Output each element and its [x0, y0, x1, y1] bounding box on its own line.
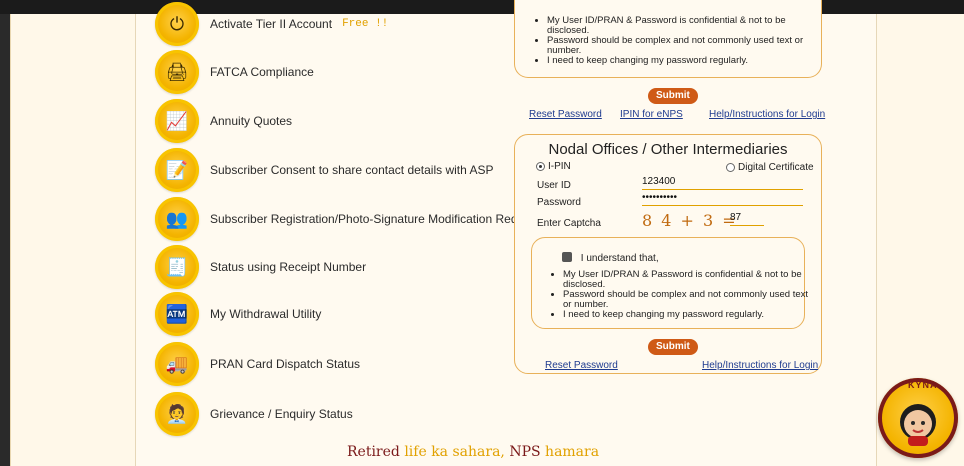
radio-label: Digital Certificate: [738, 162, 814, 173]
password-label: Password: [537, 197, 581, 208]
free-badge: Free !!: [342, 18, 389, 30]
subscriber-reset-password-link[interactable]: Reset Password: [529, 109, 602, 120]
ipin-enps-link[interactable]: IPIN for eNPS: [620, 109, 683, 120]
bullet: I need to keep changing my password regu…: [563, 310, 818, 320]
subscriber-notice-panel: My User ID/PRAN & Password is confidenti…: [514, 0, 822, 78]
tagline-part: hamara: [545, 444, 600, 460]
subscriber-submit-button[interactable]: Submit: [648, 88, 698, 104]
radio-label: I-PIN: [548, 161, 571, 172]
menu-item-registration[interactable]: 👥 Subscriber Registration/Photo-Signatur…: [155, 197, 540, 241]
radio-dot: [536, 162, 545, 171]
kyna-label: KYNA: [908, 380, 938, 390]
nodal-submit-button[interactable]: Submit: [648, 339, 698, 355]
menu-label: My Withdrawal Utility: [210, 307, 322, 321]
bullet: I need to keep changing my password regu…: [547, 56, 817, 66]
power-icon: ⏻: [155, 2, 199, 46]
tagline-part: NPS: [509, 444, 546, 460]
menu-item-consent[interactable]: 📝 Subscriber Consent to share contact de…: [155, 148, 493, 192]
captcha-input[interactable]: 87: [730, 211, 764, 226]
subscriber-help-link[interactable]: Help/Instructions for Login: [709, 109, 825, 120]
menu-item-annuity[interactable]: 📈 Annuity Quotes: [155, 99, 292, 143]
captcha-image: 8 4 + 3 =: [642, 211, 738, 230]
tagline-part: life ka sahara,: [404, 444, 510, 460]
menu-item-grievance[interactable]: 🧑‍💼 Grievance / Enquiry Status: [155, 392, 353, 436]
left-edge-bar: [0, 14, 10, 466]
tagline: Retired life ka sahara, NPS hamara: [347, 444, 599, 460]
receipt-icon: 🧾: [155, 245, 199, 289]
consent-check-row[interactable]: I understand that,: [562, 251, 659, 264]
menu-label: PRAN Card Dispatch Status: [210, 357, 361, 371]
menu-label: Subscriber Registration/Photo-Signature …: [210, 212, 541, 226]
radio-dot: [726, 163, 735, 172]
subscriber-bullets: My User ID/PRAN & Password is confidenti…: [529, 16, 817, 66]
menu-label: Activate Tier II Account: [210, 17, 333, 31]
atm-withdrawal-icon: 🏧: [155, 292, 199, 336]
password-input[interactable]: ••••••••••: [642, 191, 803, 206]
kyna-avatar-icon: [900, 404, 936, 446]
consent-text: I understand that,: [580, 253, 659, 264]
menu-label: Grievance / Enquiry Status: [210, 407, 353, 421]
menu-item-withdrawal[interactable]: 🏧 My Withdrawal Utility: [155, 292, 321, 336]
nodal-help-link[interactable]: Help/Instructions for Login: [702, 360, 818, 371]
nodal-bullets: My User ID/PRAN & Password is confidenti…: [545, 270, 818, 320]
tagline-part: Retired: [347, 444, 405, 460]
checkbox-checked[interactable]: [562, 252, 572, 262]
captcha-label: Enter Captcha: [537, 218, 601, 229]
menu-label: FATCA Compliance: [210, 65, 314, 79]
chart-money-icon: 📈: [155, 99, 199, 143]
menu-item-receipt-status[interactable]: 🧾 Status using Receipt Number: [155, 245, 366, 289]
bullet: Password should be complex and not commo…: [547, 36, 817, 56]
kyna-chatbot-button[interactable]: [878, 378, 958, 458]
radio-ipin[interactable]: I-PIN: [536, 161, 571, 172]
menu-item-fatca[interactable]: 🖨 FATCA Compliance: [155, 50, 314, 94]
menu-label: Status using Receipt Number: [210, 260, 367, 274]
menu-item-pran-dispatch[interactable]: 🚚 PRAN Card Dispatch Status: [155, 342, 360, 386]
bullet: Password should be complex and not commo…: [563, 290, 818, 310]
support-person-icon: 🧑‍💼: [155, 392, 199, 436]
consent-form-icon: 📝: [155, 148, 199, 192]
menu-label: Subscriber Consent to share contact deta…: [210, 163, 494, 177]
delivery-truck-icon: 🚚: [155, 342, 199, 386]
nodal-title: Nodal Offices / Other Intermediaries: [548, 141, 788, 158]
people-group-icon: 👥: [155, 197, 199, 241]
user-id-label: User ID: [537, 180, 571, 191]
nodal-reset-password-link[interactable]: Reset Password: [545, 360, 618, 371]
user-id-input[interactable]: 123400: [642, 175, 803, 190]
printer-icon: 🖨: [155, 50, 199, 94]
menu-label: Annuity Quotes: [210, 114, 293, 128]
bullet: My User ID/PRAN & Password is confidenti…: [563, 270, 818, 290]
radio-digital-certificate[interactable]: Digital Certificate: [726, 162, 814, 173]
menu-item-tier2[interactable]: ⏻ Activate Tier II Account Free !!: [155, 2, 388, 46]
bullet: My User ID/PRAN & Password is confidenti…: [547, 16, 817, 36]
